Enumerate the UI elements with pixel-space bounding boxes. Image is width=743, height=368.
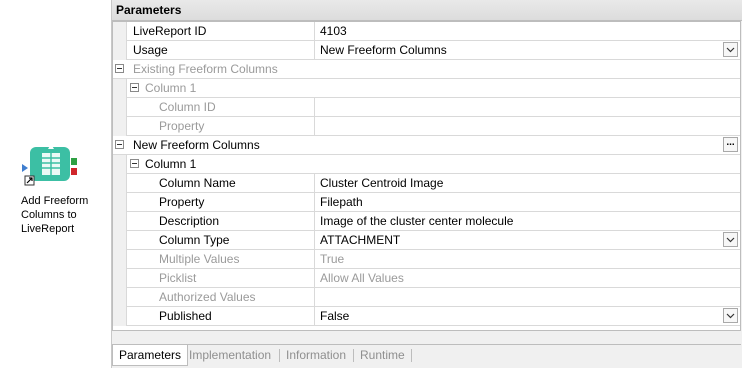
name-cell: Multiple Values xyxy=(127,250,315,268)
row-name: Column Type xyxy=(159,233,230,247)
row-gutter xyxy=(113,41,127,60)
row-name: Property xyxy=(159,119,205,133)
node-label-line: Add Freeform xyxy=(21,195,89,207)
published-dropdown-button[interactable] xyxy=(723,308,738,323)
name-cell: Usage xyxy=(127,41,315,59)
name-cell: New Freeform Columns xyxy=(127,136,740,154)
name-cell: Published xyxy=(127,307,315,325)
node-label-line: Columns to xyxy=(21,209,77,221)
name-cell: Column 1 xyxy=(127,155,740,173)
node-label-line: LiveReport xyxy=(21,223,75,235)
row-value[interactable]: Image of the cluster center molecule xyxy=(320,212,513,230)
row-name: Existing Freeform Columns xyxy=(133,62,278,76)
row-name: Authorized Values xyxy=(159,290,256,304)
row-value[interactable]: 4103 xyxy=(320,22,347,40)
grid-group-new-column-1[interactable]: Column 1 xyxy=(113,155,740,174)
name-cell: Description xyxy=(127,212,315,230)
name-cell: Column Type xyxy=(127,231,315,249)
row-gutter xyxy=(113,288,127,307)
row-gutter xyxy=(113,117,127,136)
collapse-icon[interactable] xyxy=(115,64,124,73)
tab-implementation[interactable]: Implementation xyxy=(183,345,277,366)
row-name: Column 1 xyxy=(145,81,197,95)
parameters-panel: Parameters LiveReport ID 4103 Usage New … xyxy=(111,0,742,368)
row-name: LiveReport ID xyxy=(133,24,207,38)
property-grid: LiveReport ID 4103 Usage New Freeform Co… xyxy=(112,21,741,331)
ellipsis-button[interactable]: ... xyxy=(723,137,738,152)
row-value[interactable]: True xyxy=(320,250,344,268)
row-name: Usage xyxy=(133,43,168,57)
grid-row-authorized-values[interactable]: Authorized Values xyxy=(113,288,740,307)
grid-row-livereport-id[interactable]: LiveReport ID 4103 xyxy=(113,22,740,41)
tab-parameters[interactable]: Parameters xyxy=(112,345,189,366)
column-type-dropdown-button[interactable] xyxy=(723,232,738,247)
row-name: Property xyxy=(159,195,205,209)
chevron-down-icon xyxy=(726,47,735,53)
grid-row-published[interactable]: Published False xyxy=(113,307,740,326)
grid-row-column-type[interactable]: Column Type ATTACHMENT xyxy=(113,231,740,250)
row-gutter xyxy=(113,269,127,288)
name-cell: Column 1 xyxy=(127,79,740,97)
row-value[interactable]: False xyxy=(320,307,349,325)
grid-row-existing-property[interactable]: Property xyxy=(113,117,740,136)
row-gutter xyxy=(113,98,127,117)
row-gutter xyxy=(113,79,127,98)
panel-title: Parameters xyxy=(112,0,742,21)
row-gutter xyxy=(113,193,127,212)
node-label: Add Freeform Columns to LiveReport xyxy=(10,194,105,236)
row-name: Multiple Values xyxy=(159,252,240,266)
tab-separator xyxy=(411,349,412,362)
chevron-down-icon xyxy=(726,313,735,319)
name-cell: Column ID xyxy=(127,98,315,116)
row-gutter xyxy=(113,307,127,326)
row-gutter xyxy=(113,231,127,250)
row-gutter xyxy=(113,155,127,174)
name-cell: Existing Freeform Columns xyxy=(127,60,740,78)
name-cell: Picklist xyxy=(127,269,315,287)
row-value[interactable]: Filepath xyxy=(320,193,363,211)
grid-group-existing-column-1[interactable]: Column 1 xyxy=(113,79,740,98)
grid-row-column-name[interactable]: Column Name Cluster Centroid Image xyxy=(113,174,740,193)
row-gutter xyxy=(113,174,127,193)
row-name: Published xyxy=(159,309,212,323)
grid-row-existing-column-id[interactable]: Column ID xyxy=(113,98,740,117)
tab-bar: Parameters Implementation Information Ru… xyxy=(112,344,741,367)
tab-runtime[interactable]: Runtime xyxy=(354,345,411,366)
row-name: Column ID xyxy=(159,100,216,114)
name-cell: Property xyxy=(127,117,315,135)
row-value[interactable]: ATTACHMENT xyxy=(320,231,400,249)
workflow-node[interactable]: Add Freeform Columns to LiveReport xyxy=(10,138,94,248)
grid-group-existing-freeform-columns[interactable]: Existing Freeform Columns xyxy=(113,60,740,79)
row-gutter xyxy=(113,212,127,231)
tab-information[interactable]: Information xyxy=(280,345,352,366)
name-cell: Column Name xyxy=(127,174,315,192)
table-add-icon xyxy=(22,144,77,186)
grid-group-new-freeform-columns[interactable]: New Freeform Columns ... xyxy=(113,136,740,155)
row-name: Column 1 xyxy=(145,157,197,171)
grid-row-picklist[interactable]: Picklist Allow All Values xyxy=(113,269,740,288)
grid-row-usage[interactable]: Usage New Freeform Columns xyxy=(113,41,740,60)
grid-row-description[interactable]: Description Image of the cluster center … xyxy=(113,212,740,231)
row-name: New Freeform Columns xyxy=(133,138,260,152)
row-name: Picklist xyxy=(159,271,197,285)
name-cell: Authorized Values xyxy=(127,288,315,306)
name-cell: LiveReport ID xyxy=(127,22,315,40)
row-name: Column Name xyxy=(159,176,236,190)
grid-row-multiple-values[interactable]: Multiple Values True xyxy=(113,250,740,269)
row-value[interactable]: New Freeform Columns xyxy=(320,41,447,59)
chevron-down-icon xyxy=(726,237,735,243)
collapse-icon[interactable] xyxy=(115,140,124,149)
name-cell: Property xyxy=(127,193,315,211)
usage-dropdown-button[interactable] xyxy=(723,42,738,57)
grid-row-property[interactable]: Property Filepath xyxy=(113,193,740,212)
row-gutter xyxy=(113,250,127,269)
row-value[interactable]: Allow All Values xyxy=(320,269,404,287)
row-gutter xyxy=(113,22,127,41)
row-value[interactable]: Cluster Centroid Image xyxy=(320,174,443,192)
row-name: Description xyxy=(159,214,220,228)
